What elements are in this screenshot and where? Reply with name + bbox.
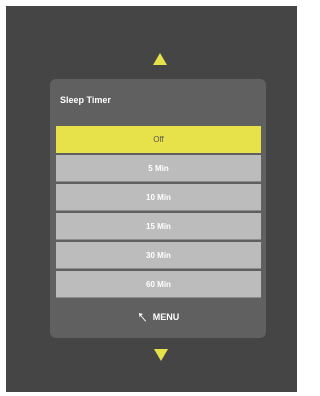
option-30-min[interactable]: 30 Min xyxy=(56,242,261,269)
sleep-timer-menu: Sleep Timer Off 5 Min 10 Min 15 Min 30 M… xyxy=(50,79,266,338)
down-arrow-icon[interactable] xyxy=(154,349,168,361)
menu-label: MENU xyxy=(152,312,180,322)
option-label: 60 Min xyxy=(146,279,171,289)
option-label: 10 Min xyxy=(146,192,171,202)
option-label: 15 Min xyxy=(146,221,171,231)
option-10-min[interactable]: 10 Min xyxy=(56,184,261,211)
option-label: Off xyxy=(153,135,164,144)
option-15-min[interactable]: 15 Min xyxy=(56,213,261,240)
option-list: Off 5 Min 10 Min 15 Min 30 Min 60 Min xyxy=(56,126,261,300)
menu-title: Sleep Timer xyxy=(60,95,111,105)
tv-screen: Sleep Timer Off 5 Min 10 Min 15 Min 30 M… xyxy=(6,6,297,392)
option-5-min[interactable]: 5 Min xyxy=(56,155,261,182)
menu-back-button[interactable]: MENU xyxy=(50,307,266,327)
option-label: 5 Min xyxy=(148,163,169,173)
option-60-min[interactable]: 60 Min xyxy=(56,271,261,298)
up-arrow-icon[interactable] xyxy=(153,53,167,65)
option-off[interactable]: Off xyxy=(56,126,261,153)
back-arrow-icon xyxy=(138,313,146,322)
option-label: 30 Min xyxy=(146,250,171,260)
